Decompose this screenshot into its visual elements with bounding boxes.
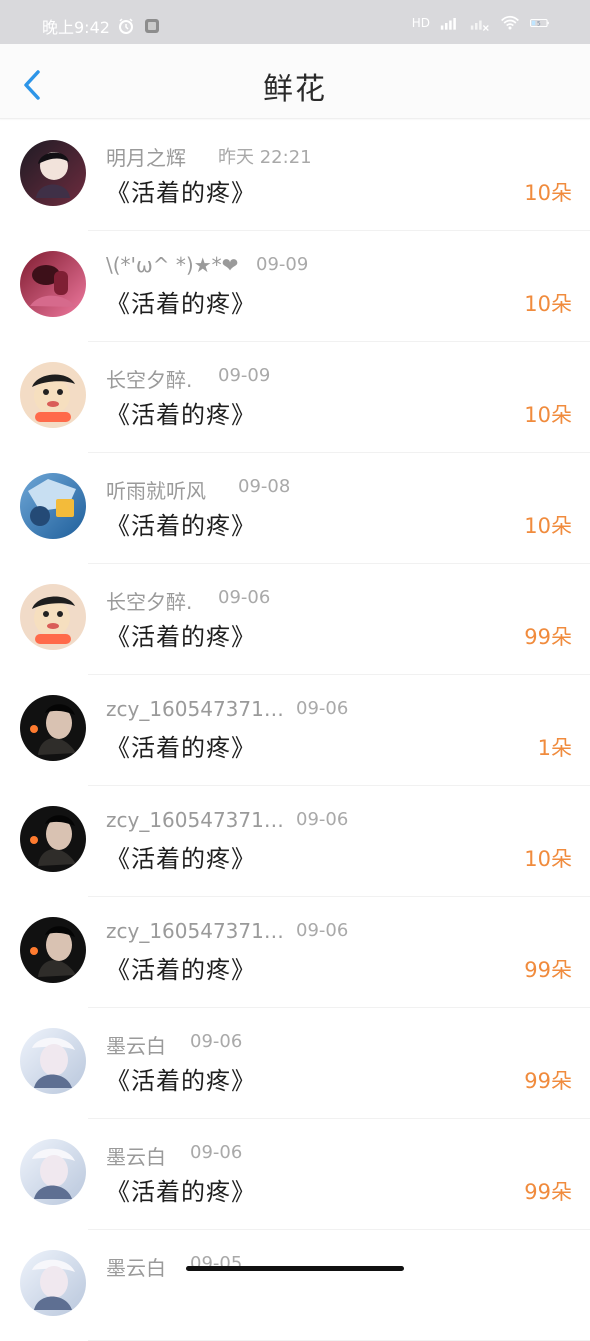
- flower-list: 明月之辉 昨天 22:21 《活着的疼》 10朵 \(*'ω^ *)★*❤ 09…: [0, 120, 590, 1341]
- user-name: 墨云白: [106, 1034, 166, 1058]
- flower-count: 99朵: [524, 1180, 572, 1204]
- header: 鲜花: [0, 44, 590, 119]
- user-name: \(*'ω^ *)★*❤: [106, 253, 239, 277]
- list-item[interactable]: zcy_160547371… 09-06 《活着的疼》 99朵: [20, 897, 590, 1008]
- avatar: [20, 917, 86, 983]
- avatar: [20, 473, 86, 539]
- avatar: [20, 584, 86, 650]
- gift-time: 09-06: [190, 1031, 243, 1052]
- gift-time: 昨天 22:21: [218, 147, 312, 168]
- user-name: 墨云白: [106, 1256, 166, 1280]
- list-item[interactable]: 长空夕醉. 09-09 《活着的疼》 10朵: [20, 342, 590, 453]
- gift-time: 09-06: [296, 809, 349, 830]
- flower-count: 10朵: [524, 292, 572, 316]
- user-name: 长空夕醉.: [106, 368, 193, 392]
- home-indicator: [186, 1266, 404, 1271]
- gift-time: 09-08: [238, 476, 291, 497]
- status-right: HD 5: [412, 13, 550, 33]
- user-name: zcy_160547371…: [106, 808, 284, 832]
- user-name: zcy_160547371…: [106, 919, 284, 943]
- flower-count: 10朵: [524, 514, 572, 538]
- battery-icon: 5: [530, 13, 550, 33]
- work-title: 《活着的疼》: [106, 512, 256, 540]
- page-title: 鲜花: [263, 72, 327, 107]
- list-item[interactable]: zcy_160547371… 09-06 《活着的疼》 10朵: [20, 786, 590, 897]
- work-title: 《活着的疼》: [106, 956, 256, 984]
- list-item[interactable]: 墨云白 09-06 《活着的疼》 99朵: [20, 1119, 590, 1230]
- avatar: [20, 1250, 86, 1316]
- work-title: 《活着的疼》: [106, 845, 256, 873]
- flower-count: 99朵: [524, 1069, 572, 1093]
- hd-text: HD: [411, 16, 430, 30]
- work-title: 《活着的疼》: [106, 179, 256, 207]
- list-item[interactable]: 墨云白 09-05: [20, 1230, 590, 1341]
- flower-count: 99朵: [524, 958, 572, 982]
- status-bar: 晚上9:42 HD 5: [0, 0, 590, 44]
- signal-icon: [440, 13, 460, 33]
- avatar: [20, 1028, 86, 1094]
- user-name: 长空夕醉.: [106, 590, 193, 614]
- avatar: [20, 1139, 86, 1205]
- alarm-icon: [116, 16, 136, 36]
- gift-time: 09-09: [256, 254, 309, 275]
- work-title: 《活着的疼》: [106, 290, 256, 318]
- list-item[interactable]: 明月之辉 昨天 22:21 《活着的疼》 10朵: [20, 120, 590, 231]
- work-title: 《活着的疼》: [106, 734, 256, 762]
- avatar: [20, 806, 86, 872]
- user-name: 墨云白: [106, 1145, 166, 1169]
- user-name: zcy_160547371…: [106, 697, 284, 721]
- avatar: [20, 251, 86, 317]
- list-item[interactable]: zcy_160547371… 09-06 《活着的疼》 1朵: [20, 675, 590, 786]
- avatar: [20, 362, 86, 428]
- work-title: 《活着的疼》: [106, 623, 256, 651]
- battery-level: 5: [537, 21, 541, 27]
- status-left: 晚上9:42: [42, 14, 162, 38]
- list-item[interactable]: 听雨就听风 09-08 《活着的疼》 10朵: [20, 453, 590, 564]
- user-name: 明月之辉: [106, 146, 186, 170]
- flower-count: 99朵: [524, 625, 572, 649]
- gift-time: 09-06: [296, 920, 349, 941]
- list-item[interactable]: 墨云白 09-06 《活着的疼》 99朵: [20, 1008, 590, 1119]
- gift-time: 09-06: [218, 587, 271, 608]
- wifi-icon: [500, 13, 520, 33]
- list-item[interactable]: \(*'ω^ *)★*❤ 09-09 《活着的疼》 10朵: [20, 231, 590, 342]
- avatar: [20, 140, 86, 206]
- work-title: 《活着的疼》: [106, 1178, 256, 1206]
- flower-count: 10朵: [524, 181, 572, 205]
- status-time: 晚上9:42: [42, 18, 110, 37]
- list-item[interactable]: 长空夕醉. 09-06 《活着的疼》 99朵: [20, 564, 590, 675]
- signal-off-icon: [470, 13, 490, 33]
- gift-time: 09-06: [296, 698, 349, 719]
- avatar: [20, 695, 86, 761]
- flower-count: 10朵: [524, 847, 572, 871]
- flower-count: 1朵: [537, 736, 572, 760]
- gift-time: 09-06: [190, 1142, 243, 1163]
- work-title: 《活着的疼》: [106, 1067, 256, 1095]
- work-title: 《活着的疼》: [106, 401, 256, 429]
- flower-count: 10朵: [524, 403, 572, 427]
- user-name: 听雨就听风: [106, 479, 206, 503]
- gift-time: 09-09: [218, 365, 271, 386]
- app-icon: [142, 16, 162, 36]
